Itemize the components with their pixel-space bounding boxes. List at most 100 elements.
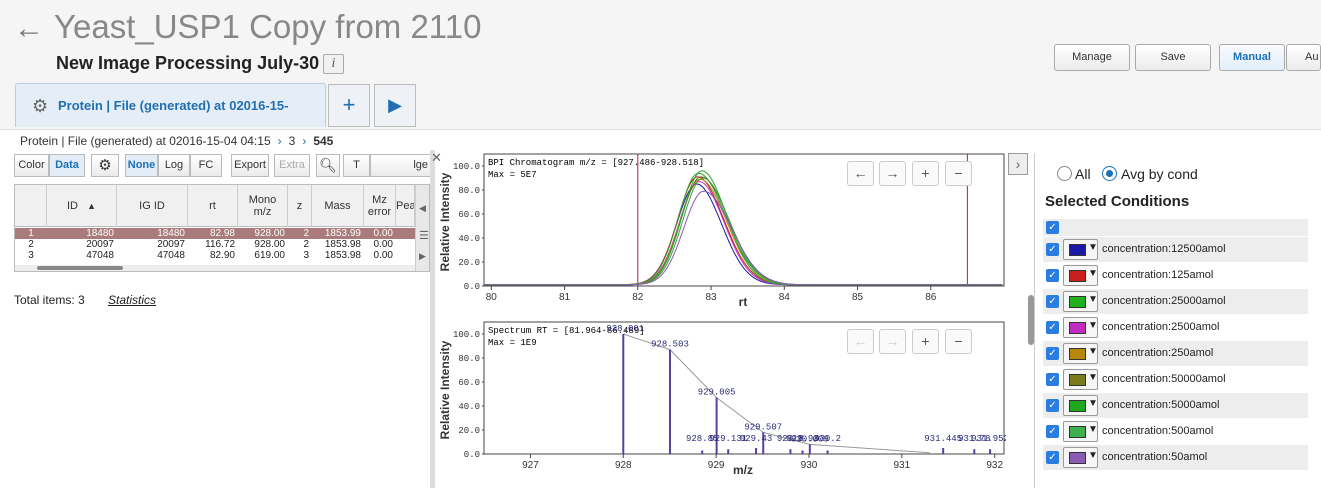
settings-gear-icon[interactable]: ⚙ (91, 154, 119, 177)
color-picker[interactable]: ▼ (1063, 239, 1098, 260)
none-button[interactable]: None (125, 154, 158, 177)
gear-icon[interactable]: ⚙ (32, 96, 48, 117)
more-toolbar-overflow[interactable]: lge (370, 154, 430, 177)
extra-button[interactable]: Extra (274, 154, 310, 177)
cell-mass: 1853.98 (324, 250, 361, 261)
manual-button[interactable]: Manual (1219, 44, 1285, 71)
peak-label: 929.43 (740, 434, 772, 444)
condition-row: ✓ ▼ concentration:25000amol (1043, 289, 1308, 314)
pan-left-button[interactable]: ← (847, 161, 874, 186)
y-tick-label: 20.0 (458, 258, 480, 268)
radio-avg-by-cond[interactable] (1102, 166, 1117, 181)
chevron-right-icon: › (302, 134, 307, 148)
color-picker[interactable]: ▼ (1063, 265, 1098, 286)
condition-row: ✓ ▼ concentration:250amol (1043, 341, 1308, 366)
zoom-out-button[interactable]: − (945, 161, 972, 186)
breadcrumb-level[interactable]: 3 (289, 134, 296, 148)
column-header-mz-error[interactable]: Mz error (364, 185, 396, 227)
table-row[interactable]: 3 47048 47048 82.90 619.00 3 1853.98 0.00 (15, 250, 415, 261)
condition-checkbox[interactable]: ✓ (1046, 425, 1059, 438)
breadcrumb: Protein | File (generated) at 02016-15-0… (20, 134, 333, 148)
sort-ascending-icon: ▲ (87, 201, 97, 211)
table-row[interactable]: 1 18480 18480 82.98 928.00 2 1853.99 0.00 (15, 228, 415, 239)
condition-checkbox[interactable]: ✓ (1046, 451, 1059, 464)
cell-igid: 20097 (157, 239, 185, 250)
fc-button[interactable]: FC (190, 154, 222, 177)
cell-err: 0.00 (373, 228, 393, 239)
back-arrow-icon[interactable]: ← (14, 14, 44, 44)
chevron-right-icon: › (277, 134, 282, 148)
select-all-row: ✓ (1043, 219, 1308, 236)
zoom-out-button[interactable]: − (945, 329, 972, 354)
color-swatch (1069, 322, 1086, 334)
pan-left-button[interactable]: ← (847, 329, 874, 354)
info-button[interactable]: i (323, 54, 344, 74)
run-button[interactable]: ▶ (374, 84, 416, 127)
condition-checkbox[interactable]: ✓ (1046, 399, 1059, 412)
total-items: Total items: 3 (14, 293, 85, 307)
color-picker[interactable]: ▼ (1063, 317, 1098, 338)
zoom-in-button[interactable]: + (912, 161, 939, 186)
color-picker[interactable]: ▼ (1063, 343, 1098, 364)
radio-all-label: All (1075, 166, 1091, 182)
zoom-in-button[interactable]: + (912, 329, 939, 354)
color-button[interactable]: Color (14, 154, 49, 177)
column-grip-icon[interactable]: ☰ (419, 229, 429, 242)
cell-rt: 82.90 (209, 250, 235, 261)
auto-button[interactable]: Au (1286, 44, 1321, 71)
column-header-igid[interactable]: IG ID (117, 185, 188, 227)
condition-label: concentration:50amol (1102, 451, 1208, 463)
color-picker[interactable]: ▼ (1063, 395, 1098, 416)
text-tool-button[interactable]: T (343, 154, 370, 177)
cell-mz: 928.00 (254, 228, 285, 239)
cell-n: 1 (28, 228, 34, 239)
x-tick-label: 932 (986, 460, 1003, 471)
save-button[interactable]: Save (1135, 44, 1211, 71)
column-header-mono-mz[interactable]: Mono m/z (238, 185, 288, 227)
tab-label: Protein | File (generated) at 02016-15- (58, 98, 289, 113)
color-swatch (1069, 452, 1086, 464)
add-tab-button[interactable]: + (328, 84, 370, 127)
table-row[interactable]: 2 20097 20097 116.72 928.00 2 1853.98 0.00 (15, 239, 415, 250)
vertical-scrollbar[interactable]: ◀ ☰ ▶ (415, 185, 429, 271)
column-header-peak[interactable]: Pea (396, 185, 415, 227)
pan-right-button[interactable]: → (879, 329, 906, 354)
export-button[interactable]: Export (231, 154, 269, 177)
scroll-left-icon[interactable]: ◀ (419, 203, 426, 214)
panel-divider[interactable] (430, 150, 435, 488)
cell-z: 2 (303, 239, 309, 250)
color-picker[interactable]: ▼ (1063, 369, 1098, 390)
statistics-link[interactable]: Statistics (108, 293, 156, 307)
color-picker[interactable]: ▼ (1063, 291, 1098, 312)
x-tick-label: 931 (894, 460, 911, 471)
color-picker[interactable]: ▼ (1063, 421, 1098, 442)
color-picker[interactable]: ▼ (1063, 447, 1098, 468)
condition-checkbox[interactable]: ✓ (1046, 373, 1059, 386)
column-header-id[interactable]: ID ▲ (47, 185, 117, 227)
x-tick-label: 84 (779, 292, 791, 303)
column-header-rt[interactable]: rt (188, 185, 238, 227)
cell-z: 2 (303, 228, 309, 239)
collapse-panel-button[interactable]: › (1008, 153, 1028, 175)
select-all-checkbox[interactable]: ✓ (1046, 221, 1059, 234)
condition-label: concentration:125amol (1102, 269, 1214, 281)
pan-right-button[interactable]: → (879, 161, 906, 186)
manage-button[interactable]: Manage (1054, 44, 1130, 71)
condition-checkbox[interactable]: ✓ (1046, 269, 1059, 282)
scroll-right-icon[interactable]: ▶ (419, 251, 426, 262)
dropdown-arrow-icon: ▼ (1088, 346, 1098, 357)
condition-checkbox[interactable]: ✓ (1046, 295, 1059, 308)
breadcrumb-file[interactable]: Protein | File (generated) at 02016-15-0… (20, 134, 271, 148)
column-header-mass[interactable]: Mass (312, 185, 364, 227)
peak-label: 928.503 (651, 340, 689, 350)
data-button[interactable]: Data (49, 154, 85, 177)
condition-checkbox[interactable]: ✓ (1046, 321, 1059, 334)
radio-all[interactable] (1057, 166, 1072, 181)
column-header-z[interactable]: z (288, 185, 312, 227)
condition-checkbox[interactable]: ✓ (1046, 347, 1059, 360)
scrollbar-thumb[interactable] (37, 266, 123, 270)
zoom-icon[interactable]: 🔍︎ (316, 154, 340, 177)
log-button[interactable]: Log (158, 154, 190, 177)
condition-checkbox[interactable]: ✓ (1046, 243, 1059, 256)
cell-igid: 18480 (157, 228, 185, 239)
